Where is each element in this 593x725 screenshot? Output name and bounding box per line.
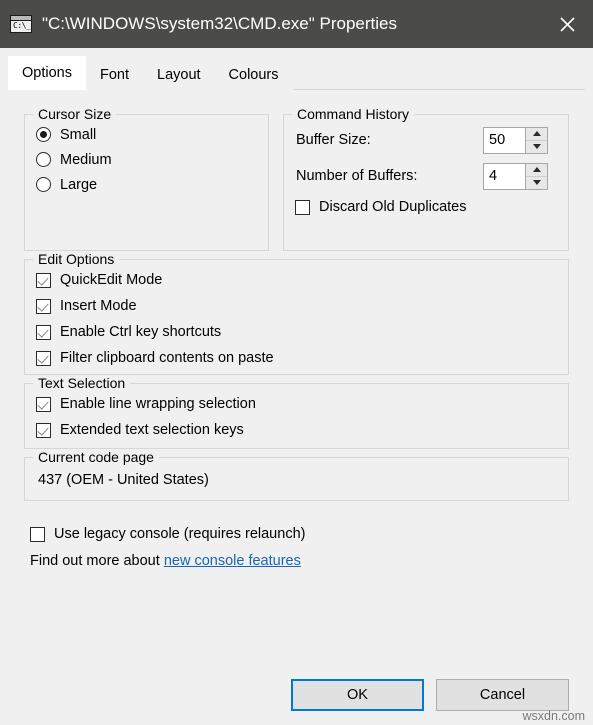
window-title: "C:\WINDOWS\system32\CMD.exe" Properties <box>42 14 397 33</box>
radio-medium-indicator <box>36 152 51 167</box>
close-icon <box>559 16 575 32</box>
radio-cursor-small[interactable]: Small <box>25 122 268 147</box>
tab-options[interactable]: Options <box>8 56 86 90</box>
insert-mode-label: Insert Mode <box>60 298 137 314</box>
dialog-footer: OK Cancel <box>291 679 569 711</box>
extended-text-selection-keys-label: Extended text selection keys <box>60 422 244 438</box>
radio-large-label: Large <box>60 176 98 193</box>
buffer-size-stepper[interactable]: 50 <box>483 126 548 154</box>
checkbox-extended-text-selection-keys[interactable]: Extended text selection keys <box>25 417 568 443</box>
number-of-buffers-stepper[interactable]: 4 <box>483 162 548 190</box>
edit-options-group: Edit Options QuickEdit Mode Insert Mode … <box>24 251 569 375</box>
cursor-size-legend: Cursor Size <box>38 106 112 122</box>
watermark: wsxdn.com <box>522 709 585 723</box>
find-out-more-text: Find out more about new console features <box>24 553 569 569</box>
edit-options-legend: Edit Options <box>38 251 115 267</box>
radio-small-label: Small <box>60 126 97 143</box>
filter-clipboard-contents-box <box>36 350 51 366</box>
number-of-buffers-decrement-button[interactable] <box>526 177 547 189</box>
checkbox-discard-old-duplicates[interactable]: Discard Old Duplicates <box>284 194 568 220</box>
radio-large-indicator <box>36 177 51 192</box>
buffer-size-spin-buttons <box>525 127 547 153</box>
enable-line-wrapping-selection-box <box>36 396 51 412</box>
top-groups-row: Cursor Size Small Medium Large Command H… <box>24 106 569 251</box>
cursor-size-group: Cursor Size Small Medium Large <box>24 106 269 251</box>
tab-font[interactable]: Font <box>85 60 143 90</box>
checkbox-use-legacy-console[interactable]: Use legacy console (requires relaunch) <box>24 523 569 545</box>
ok-button[interactable]: OK <box>291 679 424 711</box>
extended-text-selection-keys-box <box>36 422 51 438</box>
text-selection-legend: Text Selection <box>38 375 126 391</box>
tab-strip: Options Font Layout Colours <box>0 48 593 90</box>
discard-old-duplicates-box <box>295 199 310 215</box>
number-of-buffers-label: Number of Buffers: <box>296 168 418 184</box>
chevron-up-icon <box>532 131 541 136</box>
number-of-buffers-input[interactable]: 4 <box>484 163 525 189</box>
quickedit-mode-box <box>36 272 51 288</box>
number-of-buffers-spin-buttons <box>525 163 547 189</box>
radio-medium-label: Medium <box>60 151 112 168</box>
checkbox-filter-clipboard-contents[interactable]: Filter clipboard contents on paste <box>25 345 568 371</box>
insert-mode-box <box>36 298 51 314</box>
find-out-more-prefix: Find out more about <box>30 553 164 569</box>
buffer-size-row: Buffer Size: 50 <box>284 122 568 158</box>
command-history-group: Command History Buffer Size: 50 Number o… <box>283 106 569 251</box>
current-code-page-legend: Current code page <box>38 449 154 465</box>
cancel-button[interactable]: Cancel <box>436 679 569 711</box>
radio-cursor-large[interactable]: Large <box>25 172 268 197</box>
title-bar: C:\_ "C:\WINDOWS\system32\CMD.exe" Prope… <box>0 0 593 48</box>
number-of-buffers-row: Number of Buffers: 4 <box>284 158 568 194</box>
checkbox-quickedit-mode[interactable]: QuickEdit Mode <box>25 267 568 293</box>
enable-line-wrapping-selection-label: Enable line wrapping selection <box>60 396 256 412</box>
chevron-down-icon <box>532 144 541 149</box>
cmd-console-icon: C:\_ <box>10 15 32 33</box>
quickedit-mode-label: QuickEdit Mode <box>60 272 163 288</box>
enable-ctrl-key-shortcuts-box <box>36 324 51 340</box>
filter-clipboard-contents-label: Filter clipboard contents on paste <box>60 350 274 366</box>
buffer-size-input[interactable]: 50 <box>484 127 525 153</box>
new-console-features-link[interactable]: new console features <box>164 553 301 569</box>
text-selection-group: Text Selection Enable line wrapping sele… <box>24 375 569 449</box>
chevron-up-icon <box>532 167 541 172</box>
buffer-size-decrement-button[interactable] <box>526 141 547 153</box>
number-of-buffers-increment-button[interactable] <box>526 164 547 177</box>
command-history-legend: Command History <box>297 106 410 122</box>
current-code-page-group: Current code page 437 (OEM - United Stat… <box>24 449 569 501</box>
buffer-size-increment-button[interactable] <box>526 128 547 141</box>
use-legacy-console-label: Use legacy console (requires relaunch) <box>54 526 306 542</box>
checkbox-enable-line-wrapping-selection[interactable]: Enable line wrapping selection <box>25 391 568 417</box>
close-button[interactable] <box>541 0 593 48</box>
checkbox-insert-mode[interactable]: Insert Mode <box>25 293 568 319</box>
checkbox-enable-ctrl-key-shortcuts[interactable]: Enable Ctrl key shortcuts <box>25 319 568 345</box>
icon-prompt-text: C:\_ <box>13 21 31 30</box>
use-legacy-console-box <box>30 526 45 542</box>
radio-small-indicator <box>36 127 51 142</box>
options-panel: Cursor Size Small Medium Large Command H… <box>0 90 593 725</box>
chevron-down-icon <box>532 180 541 185</box>
discard-old-duplicates-label: Discard Old Duplicates <box>319 199 467 215</box>
tab-layout[interactable]: Layout <box>143 60 215 90</box>
current-code-page-value: 437 (OEM - United States) <box>38 472 209 488</box>
buffer-size-label: Buffer Size: <box>296 132 371 148</box>
tab-colours[interactable]: Colours <box>214 60 293 90</box>
enable-ctrl-key-shortcuts-label: Enable Ctrl key shortcuts <box>60 324 222 340</box>
radio-cursor-medium[interactable]: Medium <box>25 147 268 172</box>
